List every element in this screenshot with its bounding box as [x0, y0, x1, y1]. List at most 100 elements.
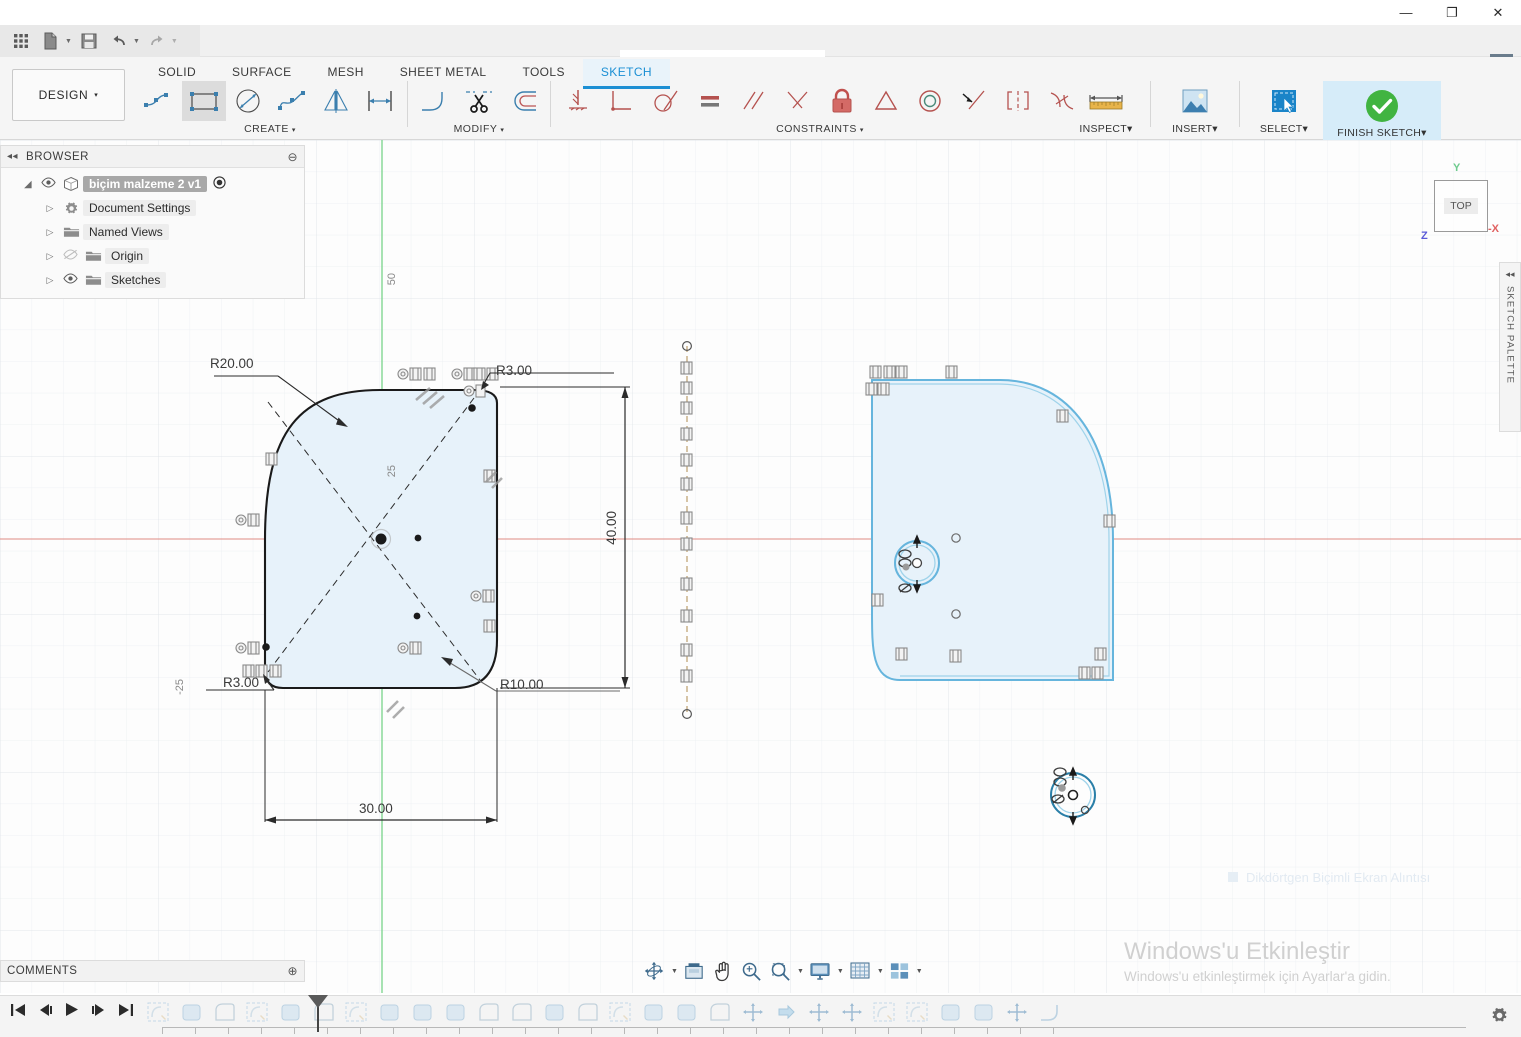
browser-node-document-settings[interactable]: ▷ Document Settings: [1, 196, 304, 220]
timeline-feature-extrude-icon[interactable]: [937, 1001, 968, 1028]
zoom-icon[interactable]: [738, 958, 765, 984]
parallel-constraint-icon[interactable]: [732, 81, 776, 121]
timeline-feature-sketch-outline-icon[interactable]: [475, 1001, 506, 1028]
active-component-radio-icon[interactable]: [213, 176, 226, 192]
browser-node-sketches[interactable]: ▷ Sketches: [1, 268, 304, 292]
timeline-feature-sketch-icon[interactable]: [607, 1001, 638, 1028]
timeline-feature-extrude-icon[interactable]: [442, 1001, 473, 1028]
coincident-constraint-icon[interactable]: [776, 81, 820, 121]
maximize-button[interactable]: ❐: [1429, 0, 1475, 25]
timeline-feature-sketch-outline-icon[interactable]: [211, 1001, 242, 1028]
display-settings-icon[interactable]: [806, 958, 834, 984]
expand-arrow-icon[interactable]: ▷: [41, 203, 59, 214]
viewport-layout-icon[interactable]: [886, 958, 913, 984]
timeline-feature-sketch-icon[interactable]: [871, 1001, 902, 1028]
step-forward-icon[interactable]: [91, 1003, 107, 1020]
browser-collapse-icon[interactable]: ◂◂: [7, 151, 18, 162]
apps-grid-icon[interactable]: [8, 28, 34, 54]
view-cube[interactable]: TOP Y -X Z: [1420, 158, 1510, 248]
mirror-icon[interactable]: [314, 81, 358, 121]
view-cube-top-face[interactable]: TOP: [1434, 180, 1488, 232]
sketch-dimension-icon[interactable]: [358, 81, 402, 121]
zoom-window-icon[interactable]: [767, 958, 794, 984]
timeline-feature-move-icon[interactable]: [838, 1001, 869, 1028]
timeline-marker[interactable]: [308, 995, 328, 1032]
perpendicular-constraint-icon[interactable]: [600, 81, 644, 121]
concentric-constraint-icon[interactable]: [908, 81, 952, 121]
visibility-eye-icon[interactable]: [59, 273, 81, 287]
timeline-feature-sketch-icon[interactable]: [244, 1001, 275, 1028]
dimension-label-r3-bottom[interactable]: R3.00: [223, 675, 259, 690]
timeline-feature-extrude-icon[interactable]: [970, 1001, 1001, 1028]
timeline-feature-sketch-icon[interactable]: [343, 1001, 374, 1028]
trim-scissors-icon[interactable]: [457, 81, 501, 121]
close-window-button[interactable]: ✕: [1475, 0, 1521, 25]
spline-icon[interactable]: [270, 81, 314, 121]
timeline-feature-fillet-icon[interactable]: [1036, 1001, 1067, 1028]
timeline-feature-move-icon[interactable]: [1003, 1001, 1034, 1028]
grid-snaps-caret-icon[interactable]: ▼: [877, 968, 884, 975]
timeline-feature-extrude-icon[interactable]: [673, 1001, 704, 1028]
sketch-palette-collapse-icon[interactable]: ◂◂: [1505, 269, 1514, 280]
expand-arrow-icon[interactable]: ▷: [41, 251, 59, 262]
orbit-caret-icon[interactable]: ▼: [671, 968, 678, 975]
timeline-feature-extrude-icon[interactable]: [409, 1001, 440, 1028]
rectangle-icon[interactable]: [182, 81, 226, 121]
expand-arrow-icon[interactable]: ◢: [19, 179, 37, 190]
dimension-label-40[interactable]: 40.00: [604, 511, 619, 545]
play-icon[interactable]: [64, 1002, 80, 1020]
visibility-eye-off-icon[interactable]: [59, 249, 81, 263]
symmetry-constraint-icon[interactable]: [864, 81, 908, 121]
undo-icon[interactable]: [106, 28, 132, 54]
timeline-feature-sketch-outline-icon[interactable]: [574, 1001, 605, 1028]
visibility-eye-icon[interactable]: [37, 177, 59, 191]
offset-icon[interactable]: [501, 81, 545, 121]
horizontal-vertical-constraint-icon[interactable]: [556, 81, 600, 121]
expand-arrow-icon[interactable]: ▷: [41, 275, 59, 286]
dimension-label-r20[interactable]: R20.00: [210, 356, 254, 371]
pan-hand-icon[interactable]: [710, 958, 736, 984]
browser-options-icon[interactable]: ⊖: [287, 150, 298, 164]
dimension-label-r3-top[interactable]: R3.00: [496, 363, 532, 378]
circle-icon[interactable]: [226, 81, 270, 121]
orbit-icon[interactable]: [640, 958, 668, 984]
timeline-track[interactable]: [145, 995, 1466, 1034]
zoom-window-caret-icon[interactable]: ▼: [797, 968, 804, 975]
timeline-feature-sketch-icon[interactable]: [904, 1001, 935, 1028]
dimension-label-r10[interactable]: R10.00: [500, 677, 544, 692]
grid-snaps-icon[interactable]: [846, 958, 874, 984]
go-to-beginning-icon[interactable]: [10, 1003, 26, 1020]
go-to-end-icon[interactable]: [118, 1003, 134, 1020]
timeline-feature-extrude-icon[interactable]: [277, 1001, 308, 1028]
dimension-label-30[interactable]: 30.00: [359, 801, 393, 816]
collinear-constraint-icon[interactable]: [996, 81, 1040, 121]
sketch-palette-panel[interactable]: ◂◂ SKETCH PALETTE: [1499, 262, 1521, 432]
inspect-button[interactable]: INSPECT▾: [1067, 81, 1145, 135]
timeline-feature-extrude-icon[interactable]: [376, 1001, 407, 1028]
tangent-constraint-icon[interactable]: [644, 81, 688, 121]
line-icon[interactable]: [138, 81, 182, 121]
fix-lock-constraint-icon[interactable]: [820, 81, 864, 121]
look-at-icon[interactable]: [680, 958, 708, 984]
timeline-feature-combine-icon[interactable]: [772, 1001, 803, 1028]
redo-icon[interactable]: [144, 28, 170, 54]
timeline-feature-move-icon[interactable]: [805, 1001, 836, 1028]
timeline-feature-sketch-icon[interactable]: [145, 1001, 176, 1028]
browser-node-named-views[interactable]: ▷ Named Views: [1, 220, 304, 244]
browser-node-origin[interactable]: ▷ Origin: [1, 244, 304, 268]
browser-node-root[interactable]: ◢ biçim malzeme 2 v1: [1, 172, 304, 196]
step-back-icon[interactable]: [37, 1003, 53, 1020]
timeline-feature-sketch-outline-icon[interactable]: [706, 1001, 737, 1028]
expand-arrow-icon[interactable]: ▷: [41, 227, 59, 238]
timeline-feature-extrude-icon[interactable]: [640, 1001, 671, 1028]
redo-caret-icon[interactable]: ▼: [171, 38, 178, 45]
workspace-switcher[interactable]: DESIGN ▾: [12, 69, 125, 121]
timeline-feature-extrude-icon[interactable]: [178, 1001, 209, 1028]
timeline-feature-move-icon[interactable]: [739, 1001, 770, 1028]
timeline-feature-extrude-icon[interactable]: [541, 1001, 572, 1028]
viewport-layout-caret-icon[interactable]: ▼: [916, 968, 923, 975]
display-settings-caret-icon[interactable]: ▼: [837, 968, 844, 975]
midpoint-constraint-icon[interactable]: [952, 81, 996, 121]
select-button[interactable]: SELECT▾: [1245, 81, 1323, 135]
comments-panel[interactable]: COMMENTS ⊕: [0, 960, 305, 982]
